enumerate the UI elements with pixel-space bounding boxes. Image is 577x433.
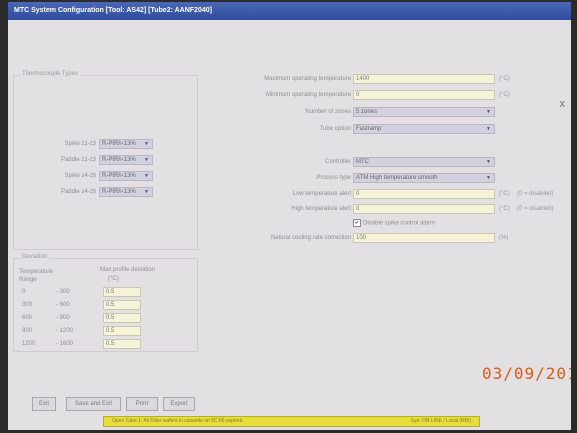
status-bar: Open Tube 1: All Filter wafers in casset… <box>103 416 480 427</box>
tube-option-label: Tube option <box>319 126 351 132</box>
deviation-row-to: - 300 <box>56 289 70 295</box>
tube-option-select[interactable]: Fastramp ▼ <box>353 124 495 134</box>
deviation-range-header: Temperature <box>19 269 53 275</box>
chevron-down-icon: ▼ <box>486 175 491 181</box>
deviation-row-to: - 1200 <box>56 328 74 334</box>
deviation-value-field[interactable]: 0.5 <box>103 300 141 310</box>
chevron-down-icon: ▼ <box>144 189 149 195</box>
thermocouple-select-paddle-z1-z3[interactable]: R-PtRh-13% ▼ <box>99 155 153 165</box>
deviation-value-field[interactable]: 0.5 <box>103 287 141 297</box>
zones-select[interactable]: 5 zones ▼ <box>353 107 495 117</box>
chevron-down-icon: ▼ <box>144 173 149 179</box>
low-alert-label: Low temperature alert <box>292 191 351 197</box>
deviation-row-to: - 1600 <box>56 341 74 347</box>
min-temp-unit: (°C) <box>499 92 510 98</box>
cooling-correction-unit: (%) <box>499 235 509 241</box>
max-temp-input[interactable]: 1400 <box>353 74 495 84</box>
thermocouple-label-paddle-z4-z6: Paddle z4-z6 <box>60 189 96 195</box>
chevron-down-icon: ▼ <box>144 157 149 163</box>
thermocouple-select-spike-z1-z3[interactable]: R-PtRh-13% ▼ <box>99 139 153 149</box>
print-button[interactable]: Print <box>126 397 158 411</box>
deviation-range-header-2: Range <box>19 277 37 283</box>
high-alert-note: (0 = disabled) <box>517 206 554 212</box>
min-temp-label: Minimum operating temperature <box>265 92 351 98</box>
high-alert-input[interactable]: 0 <box>353 204 495 214</box>
export-button[interactable]: Export <box>163 397 195 411</box>
cooling-correction-label: Natural cooling rate correction <box>270 235 351 241</box>
deviation-row-from: 900 <box>22 328 33 334</box>
deviation-row-to: - 900 <box>56 315 70 321</box>
deviation-row-from: 300 <box>22 302 33 308</box>
save-and-exit-button[interactable]: Save and Exit <box>66 397 121 411</box>
disable-spike-checkbox[interactable]: ✔ <box>353 219 361 227</box>
chevron-down-icon: ▼ <box>144 141 149 147</box>
deviation-row-to: - 600 <box>56 302 70 308</box>
deviation-row-from: 600 <box>22 315 33 321</box>
thermocouple-types-title: Thermocouple Types <box>20 71 80 77</box>
chevron-down-icon: ▼ <box>486 109 491 115</box>
deviation-value-field[interactable]: 0.5 <box>103 339 141 349</box>
thermocouple-select-spike-z4-z6[interactable]: R-PtRh-13% ▼ <box>99 171 153 181</box>
low-alert-note: (0 = disabled) <box>517 191 554 197</box>
chevron-down-icon: ▼ <box>486 159 491 165</box>
deviation-value-field[interactable]: 0.5 <box>103 313 141 323</box>
application-screen: MTC System Configuration [Tool: AS42] [T… <box>8 2 571 430</box>
exit-button[interactable]: Exit <box>32 397 56 411</box>
process-type-label: Process type <box>316 175 351 181</box>
max-temp-label: Maximum operating temperature <box>264 76 351 82</box>
status-message: Open Tube 1: All Filter wafers in casset… <box>112 418 243 424</box>
zones-label: Number of zones <box>305 109 351 115</box>
high-alert-label: High temperature alert <box>291 206 351 212</box>
deviation-max-header: Max profile deviation <box>100 267 156 273</box>
min-temp-input[interactable]: 0 <box>353 90 495 100</box>
close-icon[interactable]: x <box>560 98 566 110</box>
thermocouple-label-paddle-z1-z3: Paddle z1-z3 <box>60 157 96 163</box>
system-status: Sys: ON LINE / Local (RW) <box>410 418 471 424</box>
deviation-max-header-unit: (°C) <box>108 276 119 282</box>
window-title-bar: MTC System Configuration [Tool: AS42] [T… <box>8 2 571 20</box>
controller-label: Controller <box>324 159 351 165</box>
process-type-select[interactable]: ATM High temperature smooth ▼ <box>353 173 495 183</box>
thermocouple-label-spike-z1-z3: Spike z1-z3 <box>64 141 96 147</box>
window-title: MTC System Configuration [Tool: AS42] [T… <box>14 7 212 14</box>
controller-select[interactable]: MTC ▼ <box>353 157 495 167</box>
deviation-value-field[interactable]: 0.5 <box>103 326 141 336</box>
low-alert-input[interactable]: 0 <box>353 189 495 199</box>
disable-spike-label: Disable spike control alarm <box>363 220 436 227</box>
chevron-down-icon: ▼ <box>486 126 491 132</box>
deviation-row-from: 0 <box>22 289 26 295</box>
thermocouple-select-paddle-z4-z6[interactable]: R-PtRh-13% ▼ <box>99 187 153 197</box>
low-alert-unit: (°C) <box>499 191 510 197</box>
disable-spike-checkbox-row[interactable]: ✔ Disable spike control alarm <box>353 219 435 227</box>
thermocouple-label-spike-z4-z6: Spike z4-z6 <box>64 173 96 179</box>
photo-date-stamp: 03/09/2019 <box>482 364 571 383</box>
high-alert-unit: (°C) <box>499 206 510 212</box>
deviation-title: Deviation <box>20 254 50 260</box>
cooling-correction-input[interactable]: 100 <box>353 233 495 243</box>
max-temp-unit: (°C) <box>499 76 510 82</box>
deviation-row-from: 1200 <box>22 341 36 347</box>
